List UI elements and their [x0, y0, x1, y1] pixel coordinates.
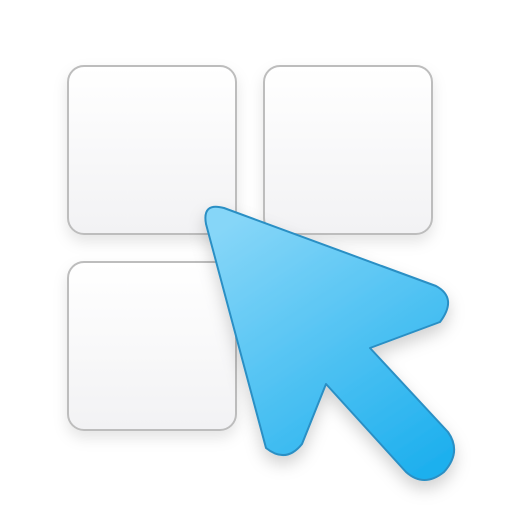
cursor-arrow-shape	[204, 205, 455, 481]
tile-top-right	[263, 65, 433, 235]
cursor-arrow-icon	[204, 205, 455, 481]
app-icon-canvas	[0, 0, 512, 512]
select-tiles-icon	[67, 65, 455, 481]
tile-bottom-left	[67, 261, 237, 431]
